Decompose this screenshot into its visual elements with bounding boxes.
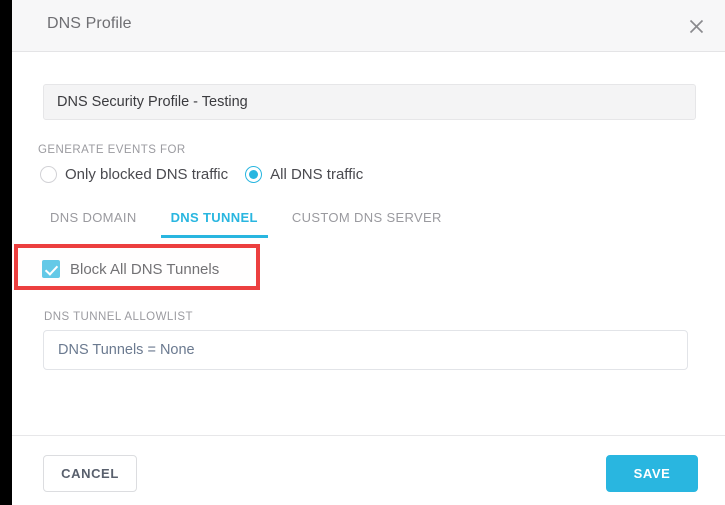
- profile-name-input[interactable]: [43, 84, 696, 120]
- tab-bar: DNS DOMAIN DNS TUNNEL CUSTOM DNS SERVER: [40, 210, 466, 243]
- generate-events-label: GENERATE EVENTS FOR: [38, 144, 186, 156]
- dns-tunnel-allowlist-input[interactable]: [43, 330, 688, 370]
- radio-icon-selected: [245, 166, 263, 183]
- block-all-dns-tunnels-checkbox[interactable]: Block All DNS Tunnels: [42, 260, 219, 278]
- tab-dns-tunnel[interactable]: DNS TUNNEL: [160, 210, 268, 238]
- screenshot-root: DNS Profile GENERATE EVENTS FOR Only blo…: [0, 0, 725, 505]
- dialog-body: GENERATE EVENTS FOR Only blocked DNS tra…: [12, 53, 725, 435]
- close-button[interactable]: [681, 11, 711, 41]
- generate-events-radio-group: Only blocked DNS traffic All DNS traffic: [40, 166, 380, 183]
- radio-label-all-dns: All DNS traffic: [270, 166, 364, 183]
- dns-tunnel-allowlist-label: DNS TUNNEL ALLOWLIST: [44, 311, 193, 323]
- cancel-button[interactable]: CANCEL: [43, 455, 137, 492]
- dns-profile-dialog: DNS Profile GENERATE EVENTS FOR Only blo…: [12, 0, 725, 505]
- page-title: DNS Profile: [47, 15, 132, 32]
- close-icon: [689, 19, 704, 34]
- tab-custom-dns-server[interactable]: CUSTOM DNS SERVER: [282, 210, 452, 238]
- left-gutter: [0, 0, 12, 505]
- radio-only-blocked-dns-traffic[interactable]: Only blocked DNS traffic: [40, 166, 228, 183]
- radio-label-only-blocked: Only blocked DNS traffic: [65, 166, 229, 183]
- block-all-dns-tunnels-label: Block All DNS Tunnels: [70, 260, 220, 278]
- dialog-footer: CANCEL SAVE: [12, 435, 725, 505]
- checkbox-checked-icon: [42, 260, 60, 278]
- tab-dns-domain[interactable]: DNS DOMAIN: [40, 210, 147, 238]
- save-button[interactable]: SAVE: [606, 455, 698, 492]
- dialog-header: DNS Profile: [12, 0, 725, 52]
- radio-icon-unselected: [40, 166, 57, 183]
- radio-all-dns-traffic[interactable]: All DNS traffic: [245, 166, 363, 183]
